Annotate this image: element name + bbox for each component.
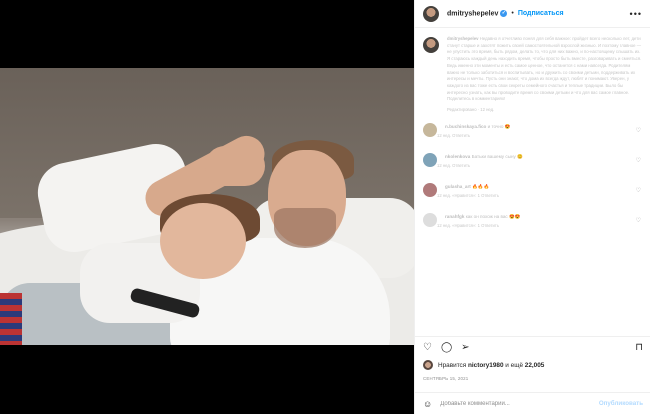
more-options-icon[interactable]: •••: [630, 9, 642, 19]
post-header: dmitryshepelev ✓ • Подписаться •••: [415, 0, 650, 28]
comment-item: n.buchinskaya.fico и точно 😍 12 нед. Отв…: [423, 120, 643, 144]
comment-meta[interactable]: 12 нед. «Нравится»: 1 Ответить: [437, 223, 520, 228]
comment-text: ranahfgk как он похож на вас 😍😍: [445, 213, 521, 219]
comment-like-icon[interactable]: ♡: [636, 217, 641, 224]
author-username[interactable]: dmitryshepelev ✓: [447, 9, 508, 17]
share-icon[interactable]: ➢: [461, 342, 469, 353]
comment-icon[interactable]: ◯: [441, 342, 452, 353]
photo-hand: [205, 146, 265, 186]
bookmark-icon[interactable]: ⊓: [635, 342, 643, 353]
separator-dot: •: [511, 10, 514, 17]
photo-man-beard: [274, 208, 336, 248]
post-comments-area[interactable]: dmitryshepelev Недавно я отчетливо понял…: [415, 28, 650, 334]
likes-text: Нравится nictory1980 и ещё 22,005: [438, 361, 545, 369]
likes-count[interactable]: 22,005: [525, 362, 545, 369]
post-actions-bar: ♡ ◯ ➢ ⊓: [415, 336, 650, 358]
likes-summary: Нравится nictory1980 и ещё 22,005: [423, 360, 544, 370]
follow-button[interactable]: Подписаться: [518, 10, 564, 17]
photo-sock: [0, 293, 22, 345]
emoji-icon[interactable]: ☺: [423, 399, 432, 409]
publish-button[interactable]: Опубликовать: [599, 400, 643, 407]
comment-meta[interactable]: 12 нед. Ответить: [437, 163, 523, 168]
comment-username[interactable]: gulasha_art: [445, 184, 471, 189]
caption-text-block: dmitryshepelev Недавно я отчетливо понял…: [447, 36, 643, 114]
comment-avatar[interactable]: [423, 212, 437, 227]
comment-text: gulasha_art 🔥🔥🔥: [445, 183, 490, 189]
caption-avatar[interactable]: [423, 37, 439, 53]
post-photo[interactable]: [0, 68, 414, 345]
comment-meta[interactable]: 12 нед. «Нравится»: 1 Ответить: [437, 193, 499, 198]
comment-input[interactable]: [440, 400, 591, 407]
comment-avatar[interactable]: [423, 182, 437, 197]
caption-date: Редактировано · 12 нед.: [447, 107, 495, 113]
comment-username[interactable]: nkolenkova: [445, 154, 470, 159]
comment-text: nkolenkova Батьки вашему сыну 😊: [445, 153, 523, 159]
media-area: [0, 0, 414, 414]
comment-username[interactable]: n.buchinskaya.fico: [445, 124, 486, 129]
caption-text: Недавно я отчетливо понял для себя важно…: [447, 36, 642, 102]
post-caption: dmitryshepelev Недавно я отчетливо понял…: [423, 36, 643, 114]
post-date: СЕНТЯБРЬ 15, 2021: [423, 376, 469, 381]
comment-avatar[interactable]: [423, 152, 437, 167]
comment-username[interactable]: ranahfgk: [445, 214, 464, 219]
add-comment-bar: ☺ Опубликовать: [415, 392, 650, 414]
comment-avatar[interactable]: [423, 122, 437, 137]
comment-like-icon[interactable]: ♡: [636, 127, 641, 134]
like-icon[interactable]: ♡: [423, 342, 432, 353]
liker-avatar[interactable]: [423, 360, 433, 370]
comment-like-icon[interactable]: ♡: [636, 187, 641, 194]
photo-child-face: [160, 203, 246, 279]
verified-icon: ✓: [500, 9, 508, 17]
comment-item: nkolenkova Батьки вашему сыну 😊 12 нед. …: [423, 150, 643, 174]
comment-item: gulasha_art 🔥🔥🔥 12 нед. «Нравится»: 1 От…: [423, 180, 643, 204]
caption-username[interactable]: dmitryshepelev: [447, 36, 479, 41]
comment-like-icon[interactable]: ♡: [636, 157, 641, 164]
author-avatar[interactable]: [423, 5, 439, 22]
comment-text: n.buchinskaya.fico и точно 😍: [445, 123, 511, 129]
post-side-panel: dmitryshepelev ✓ • Подписаться ••• dmitry…: [414, 0, 650, 414]
comment-item: ranahfgk как он похож на вас 😍😍 12 нед. …: [423, 210, 643, 234]
comment-meta[interactable]: 12 нед. Ответить: [437, 133, 511, 138]
instagram-post-window: dmitryshepelev ✓ • Подписаться ••• dmitry…: [0, 0, 650, 414]
liker-username[interactable]: nictory1980: [468, 362, 504, 369]
